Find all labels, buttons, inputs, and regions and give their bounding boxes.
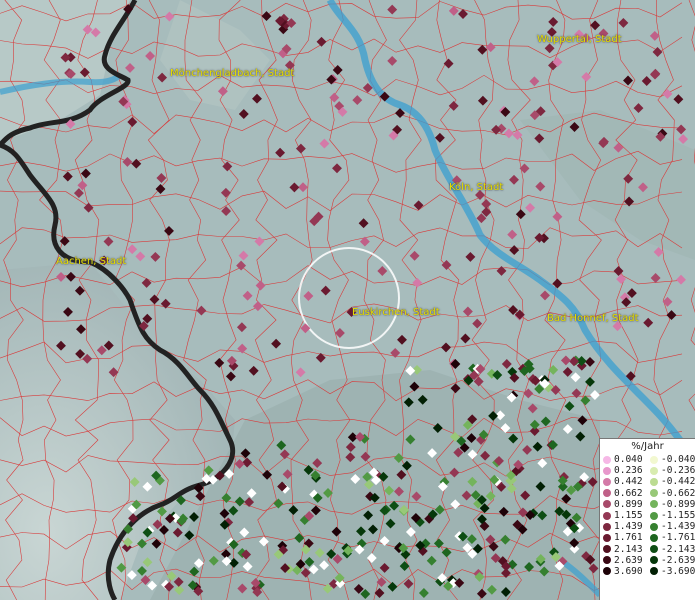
legend-entry-negative: -1.439 xyxy=(647,521,695,532)
legend-row: 2.143 -2.143 xyxy=(600,544,695,555)
legend-entry-negative: -0.662 xyxy=(647,488,695,499)
legend-swatch xyxy=(650,522,658,531)
legend-entry-negative: -0.442 xyxy=(647,476,695,487)
legend-label: -0.662 xyxy=(661,487,695,499)
legend-label: 0.040 xyxy=(614,454,643,465)
legend-swatch xyxy=(603,522,611,531)
legend-label: -0.236 xyxy=(661,465,695,477)
legend-swatch xyxy=(650,556,658,565)
legend: %/Jahr 0.040 -0.040 0.236 -0.236 0.442 -0.442… xyxy=(599,438,695,600)
legend-label: 3.690 xyxy=(614,565,643,577)
legend-entry-positive: 2.143 xyxy=(600,544,647,555)
legend-entry-positive: 0.899 xyxy=(600,499,647,510)
legend-entry-positive: 0.662 xyxy=(600,488,647,499)
legend-row: 0.899 -0.899 xyxy=(600,499,695,510)
map-view[interactable]: Wuppertal, Stadt Mönchengladbach, Stadt … xyxy=(0,0,695,600)
legend-swatch xyxy=(650,533,658,542)
legend-label: -2.143 xyxy=(661,543,695,555)
city-label-wuppertal: Wuppertal, Stadt xyxy=(537,34,622,45)
legend-entry-positive: 1.439 xyxy=(600,521,647,532)
legend-rows: 0.040 -0.040 0.236 -0.236 0.442 -0.442 0.662 -0… xyxy=(600,454,695,577)
legend-swatch xyxy=(603,511,611,520)
legend-label: -0.040 xyxy=(661,454,695,465)
legend-row: 1.439 -1.439 xyxy=(600,521,695,532)
legend-row: 0.662 -0.662 xyxy=(600,488,695,499)
legend-entry-negative: -2.143 xyxy=(647,544,695,555)
legend-row: 3.690 -3.690 xyxy=(600,566,695,577)
legend-entry-negative: -0.899 xyxy=(647,499,695,510)
legend-label: 1.439 xyxy=(614,521,643,533)
legend-entry-positive: 2.639 xyxy=(600,555,647,566)
legend-entry-positive: 1.155 xyxy=(600,510,647,521)
legend-entry-negative: -3.690 xyxy=(647,566,695,577)
city-label-aachen: Aachen, Stadt xyxy=(56,256,127,267)
legend-swatch xyxy=(650,567,658,576)
legend-label: 1.155 xyxy=(614,509,643,521)
legend-swatch xyxy=(603,455,611,464)
legend-row: 0.040 -0.040 xyxy=(600,454,695,465)
legend-label: -1.155 xyxy=(661,509,695,521)
legend-label: 2.639 xyxy=(614,554,643,566)
legend-entry-positive: 1.761 xyxy=(600,532,647,543)
legend-label: 2.143 xyxy=(614,543,643,555)
legend-label: -3.690 xyxy=(661,565,695,577)
legend-swatch xyxy=(603,477,611,486)
legend-entry-positive: 0.236 xyxy=(600,465,647,476)
legend-entry-positive: 0.442 xyxy=(600,476,647,487)
legend-label: -1.439 xyxy=(661,521,695,533)
legend-entry-negative: -0.236 xyxy=(647,465,695,476)
legend-label: 0.442 xyxy=(614,476,643,488)
legend-entry-negative: -2.639 xyxy=(647,555,695,566)
city-label-koeln: Köln, Stadt xyxy=(449,182,504,193)
legend-label: -0.899 xyxy=(661,498,695,510)
map-canvas[interactable] xyxy=(0,0,695,600)
city-label-moenchengladbach: Mönchengladbach, Stadt xyxy=(170,68,295,79)
legend-label: -2.639 xyxy=(661,554,695,566)
legend-entry-positive: 3.690 xyxy=(600,566,647,577)
legend-title: %/Jahr xyxy=(631,441,664,452)
city-label-bad-honnef: Bad Honnef, Stadt xyxy=(547,313,639,324)
legend-swatch xyxy=(603,500,611,509)
legend-row: 0.442 -0.442 xyxy=(600,476,695,487)
legend-entry-positive: 0.040 xyxy=(600,454,647,465)
legend-label: -1.761 xyxy=(661,532,695,544)
legend-row: 0.236 -0.236 xyxy=(600,465,695,476)
legend-entry-negative: -0.040 xyxy=(647,454,695,465)
legend-swatch xyxy=(603,567,611,576)
legend-label: 0.662 xyxy=(614,487,643,499)
legend-swatch xyxy=(603,545,611,554)
legend-label: 1.761 xyxy=(614,532,643,544)
legend-swatch xyxy=(650,466,658,475)
legend-swatch xyxy=(603,533,611,542)
city-label-euskirchen: Euskirchen, Stadt xyxy=(352,307,440,318)
legend-entry-negative: -1.155 xyxy=(647,510,695,521)
legend-row: 2.639 -2.639 xyxy=(600,555,695,566)
legend-swatch xyxy=(650,455,658,464)
legend-swatch xyxy=(650,500,658,509)
legend-swatch xyxy=(603,489,611,498)
legend-row: 1.155 -1.155 xyxy=(600,510,695,521)
legend-entry-negative: -1.761 xyxy=(647,532,695,543)
legend-swatch xyxy=(650,477,658,486)
legend-swatch xyxy=(650,511,658,520)
legend-label: 0.899 xyxy=(614,498,643,510)
legend-swatch xyxy=(603,466,611,475)
legend-label: -0.442 xyxy=(661,476,695,488)
legend-swatch xyxy=(603,556,611,565)
legend-label: 0.236 xyxy=(614,465,643,477)
legend-swatch xyxy=(650,489,658,498)
legend-row: 1.761 -1.761 xyxy=(600,532,695,543)
legend-swatch xyxy=(650,545,658,554)
